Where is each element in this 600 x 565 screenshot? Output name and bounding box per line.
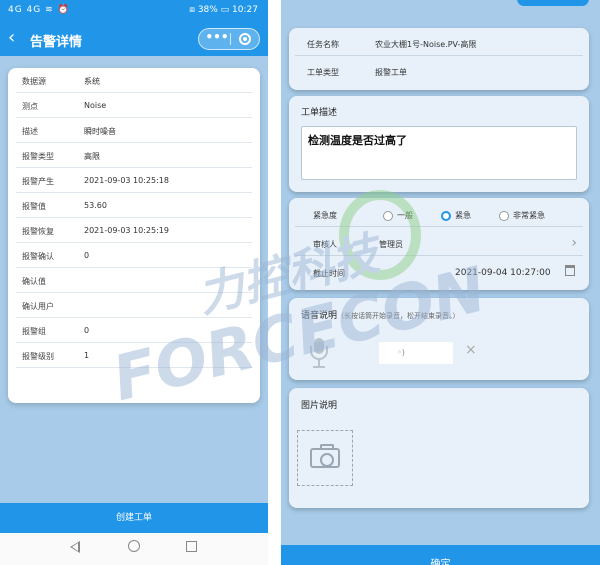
camera-icon bbox=[310, 444, 340, 468]
detail-row: 报警值 53.60 bbox=[16, 193, 252, 218]
detail-value: 53.60 bbox=[84, 201, 107, 210]
chevron-right-icon: › bbox=[571, 235, 577, 251]
add-photo-box[interactable] bbox=[297, 430, 353, 486]
urgency-row: 紧急度 一般 紧急 非常紧急 bbox=[295, 201, 583, 227]
task-name-value: 农业大棚1号-Noise.PV-高限 bbox=[375, 40, 477, 49]
voice-title: 语音说明（长按话筒开始录音，松开结束录音。） bbox=[301, 308, 460, 321]
deadline-label: 截止时间 bbox=[313, 269, 345, 278]
reviewer-value: 管理员 bbox=[379, 240, 403, 249]
radio-circle-icon bbox=[499, 210, 509, 221]
task-type-label: 工单类型 bbox=[307, 68, 339, 77]
detail-label: 数据源 bbox=[22, 77, 46, 86]
reviewer-row[interactable]: 审核人 管理员 › bbox=[295, 230, 583, 256]
radio-circle-icon bbox=[383, 210, 393, 221]
confirm-button[interactable]: 确定 bbox=[281, 545, 600, 565]
photo-card: 图片说明 bbox=[289, 388, 589, 508]
detail-value: Noise bbox=[84, 101, 107, 110]
status-bar: 4G 4G ≋ ⏰ ⧈ 38% ▭ 10:27 bbox=[0, 0, 268, 22]
photo-title: 图片说明 bbox=[301, 401, 338, 411]
detail-value: 0 bbox=[84, 326, 90, 335]
urgency-option-very-urgent[interactable]: 非常紧急 bbox=[499, 210, 545, 221]
more-icon[interactable]: ••• bbox=[205, 30, 229, 44]
radio-selected-icon bbox=[441, 210, 451, 221]
urgency-option-label: 紧急 bbox=[455, 211, 471, 220]
back-icon[interactable]: ‹ bbox=[8, 28, 15, 48]
detail-row: 报警确认 0 bbox=[16, 243, 252, 268]
detail-value: 高限 bbox=[84, 152, 100, 161]
task-name-label: 任务名称 bbox=[307, 40, 339, 49]
detail-value: 瞬时噪音 bbox=[84, 127, 116, 136]
description-textarea[interactable]: 检测温度是否过高了 bbox=[301, 126, 577, 180]
deadline-row: 截止时间 2021-09-04 10:27:00 bbox=[295, 259, 583, 285]
deadline-value[interactable]: 2021-09-04 10:27:00 bbox=[455, 268, 551, 278]
nav-recent-apps-icon[interactable] bbox=[186, 541, 197, 552]
detail-label: 报警值 bbox=[22, 202, 46, 211]
detail-value: 系统 bbox=[84, 77, 100, 86]
task-name-row: 任务名称 农业大棚1号-Noise.PV-高限 bbox=[295, 30, 583, 56]
urgency-label: 紧急度 bbox=[313, 211, 337, 220]
task-type-row: 工单类型 报警工单 bbox=[295, 58, 583, 84]
detail-value: 1 bbox=[84, 351, 90, 360]
page-title: 告警详情 bbox=[30, 35, 83, 50]
close-icon[interactable]: × bbox=[465, 342, 477, 358]
capsule-divider bbox=[230, 33, 231, 45]
detail-row: 确认用户 bbox=[16, 293, 252, 318]
detail-label: 报警类型 bbox=[22, 152, 54, 161]
detail-row: 报警级别 1 bbox=[16, 343, 252, 368]
detail-value: 0 bbox=[84, 251, 90, 260]
status-battery-time: ⧈ 38% ▭ 10:27 bbox=[189, 5, 258, 15]
detail-label: 报警确认 bbox=[22, 252, 54, 261]
left-screen: 4G 4G ≋ ⏰ ⧈ 38% ▭ 10:27 ‹ 告警详情 ••• 数据源 系… bbox=[0, 0, 268, 565]
detail-label: 确认值 bbox=[22, 277, 46, 286]
detail-label: 确认用户 bbox=[22, 302, 54, 311]
order-settings-card: 紧急度 一般 紧急 非常紧急 审核人 管理员 › 截止时间 2021-09-04… bbox=[289, 198, 589, 290]
detail-row: 数据源 系统 bbox=[16, 68, 252, 93]
urgency-option-urgent[interactable]: 紧急 bbox=[441, 210, 471, 221]
voice-note-card: 语音说明（长按话筒开始录音，松开结束录音。） ◦) × bbox=[289, 298, 589, 380]
description-card: 工单描述 检测温度是否过高了 bbox=[289, 96, 589, 192]
detail-label: 报警级别 bbox=[22, 352, 54, 361]
voice-hint: （长按话筒开始录音，松开结束录音。） bbox=[337, 312, 460, 320]
create-work-order-button[interactable]: 创建工单 bbox=[0, 503, 268, 533]
reviewer-label: 审核人 bbox=[313, 240, 337, 249]
urgency-option-normal[interactable]: 一般 bbox=[383, 210, 413, 221]
detail-row: 描述 瞬时噪音 bbox=[16, 118, 252, 143]
detail-label: 描述 bbox=[22, 127, 38, 136]
top-capsule-edge bbox=[517, 0, 589, 6]
task-info-card: 任务名称 农业大棚1号-Noise.PV-高限 工单类型 报警工单 bbox=[289, 28, 589, 90]
detail-row: 报警恢复 2021-09-03 10:25:19 bbox=[16, 218, 252, 243]
nav-home-icon[interactable] bbox=[128, 540, 140, 552]
detail-value: 2021-09-03 10:25:18 bbox=[84, 176, 169, 185]
detail-label: 报警恢复 bbox=[22, 227, 54, 236]
app-bar: ‹ 告警详情 ••• bbox=[0, 22, 268, 56]
detail-label: 报警组 bbox=[22, 327, 46, 336]
detail-row: 报警产生 2021-09-03 10:25:18 bbox=[16, 168, 252, 193]
detail-row: 测点 Noise bbox=[16, 93, 252, 118]
status-signal-text: 4G 4G ≋ ⏰ bbox=[8, 5, 70, 15]
voice-title-text: 语音说明 bbox=[301, 311, 338, 321]
alarm-detail-card: 数据源 系统 测点 Noise 描述 瞬时噪音 报警类型 高限 报警产生 202… bbox=[8, 68, 260, 403]
detail-row: 报警类型 高限 bbox=[16, 143, 252, 168]
android-nav-bar bbox=[0, 533, 268, 565]
close-miniprogram-icon[interactable] bbox=[239, 33, 251, 45]
detail-row: 确认值 bbox=[16, 268, 252, 293]
detail-row: 报警组 0 bbox=[16, 318, 252, 343]
detail-label: 测点 bbox=[22, 102, 38, 111]
audio-clip-chip[interactable]: ◦) bbox=[379, 342, 453, 364]
detail-value: 2021-09-03 10:25:19 bbox=[84, 226, 169, 235]
calendar-icon[interactable] bbox=[565, 265, 575, 276]
urgency-option-label: 非常紧急 bbox=[513, 211, 545, 220]
detail-label: 报警产生 bbox=[22, 177, 54, 186]
task-type-value: 报警工单 bbox=[375, 68, 407, 77]
right-screen: 任务名称 农业大棚1号-Noise.PV-高限 工单类型 报警工单 工单描述 检… bbox=[281, 0, 600, 565]
description-title: 工单描述 bbox=[301, 108, 338, 118]
microphone-icon[interactable] bbox=[307, 338, 331, 372]
nav-back-icon[interactable] bbox=[70, 541, 80, 553]
mini-program-capsule: ••• bbox=[198, 28, 260, 50]
urgency-option-label: 一般 bbox=[397, 211, 413, 220]
